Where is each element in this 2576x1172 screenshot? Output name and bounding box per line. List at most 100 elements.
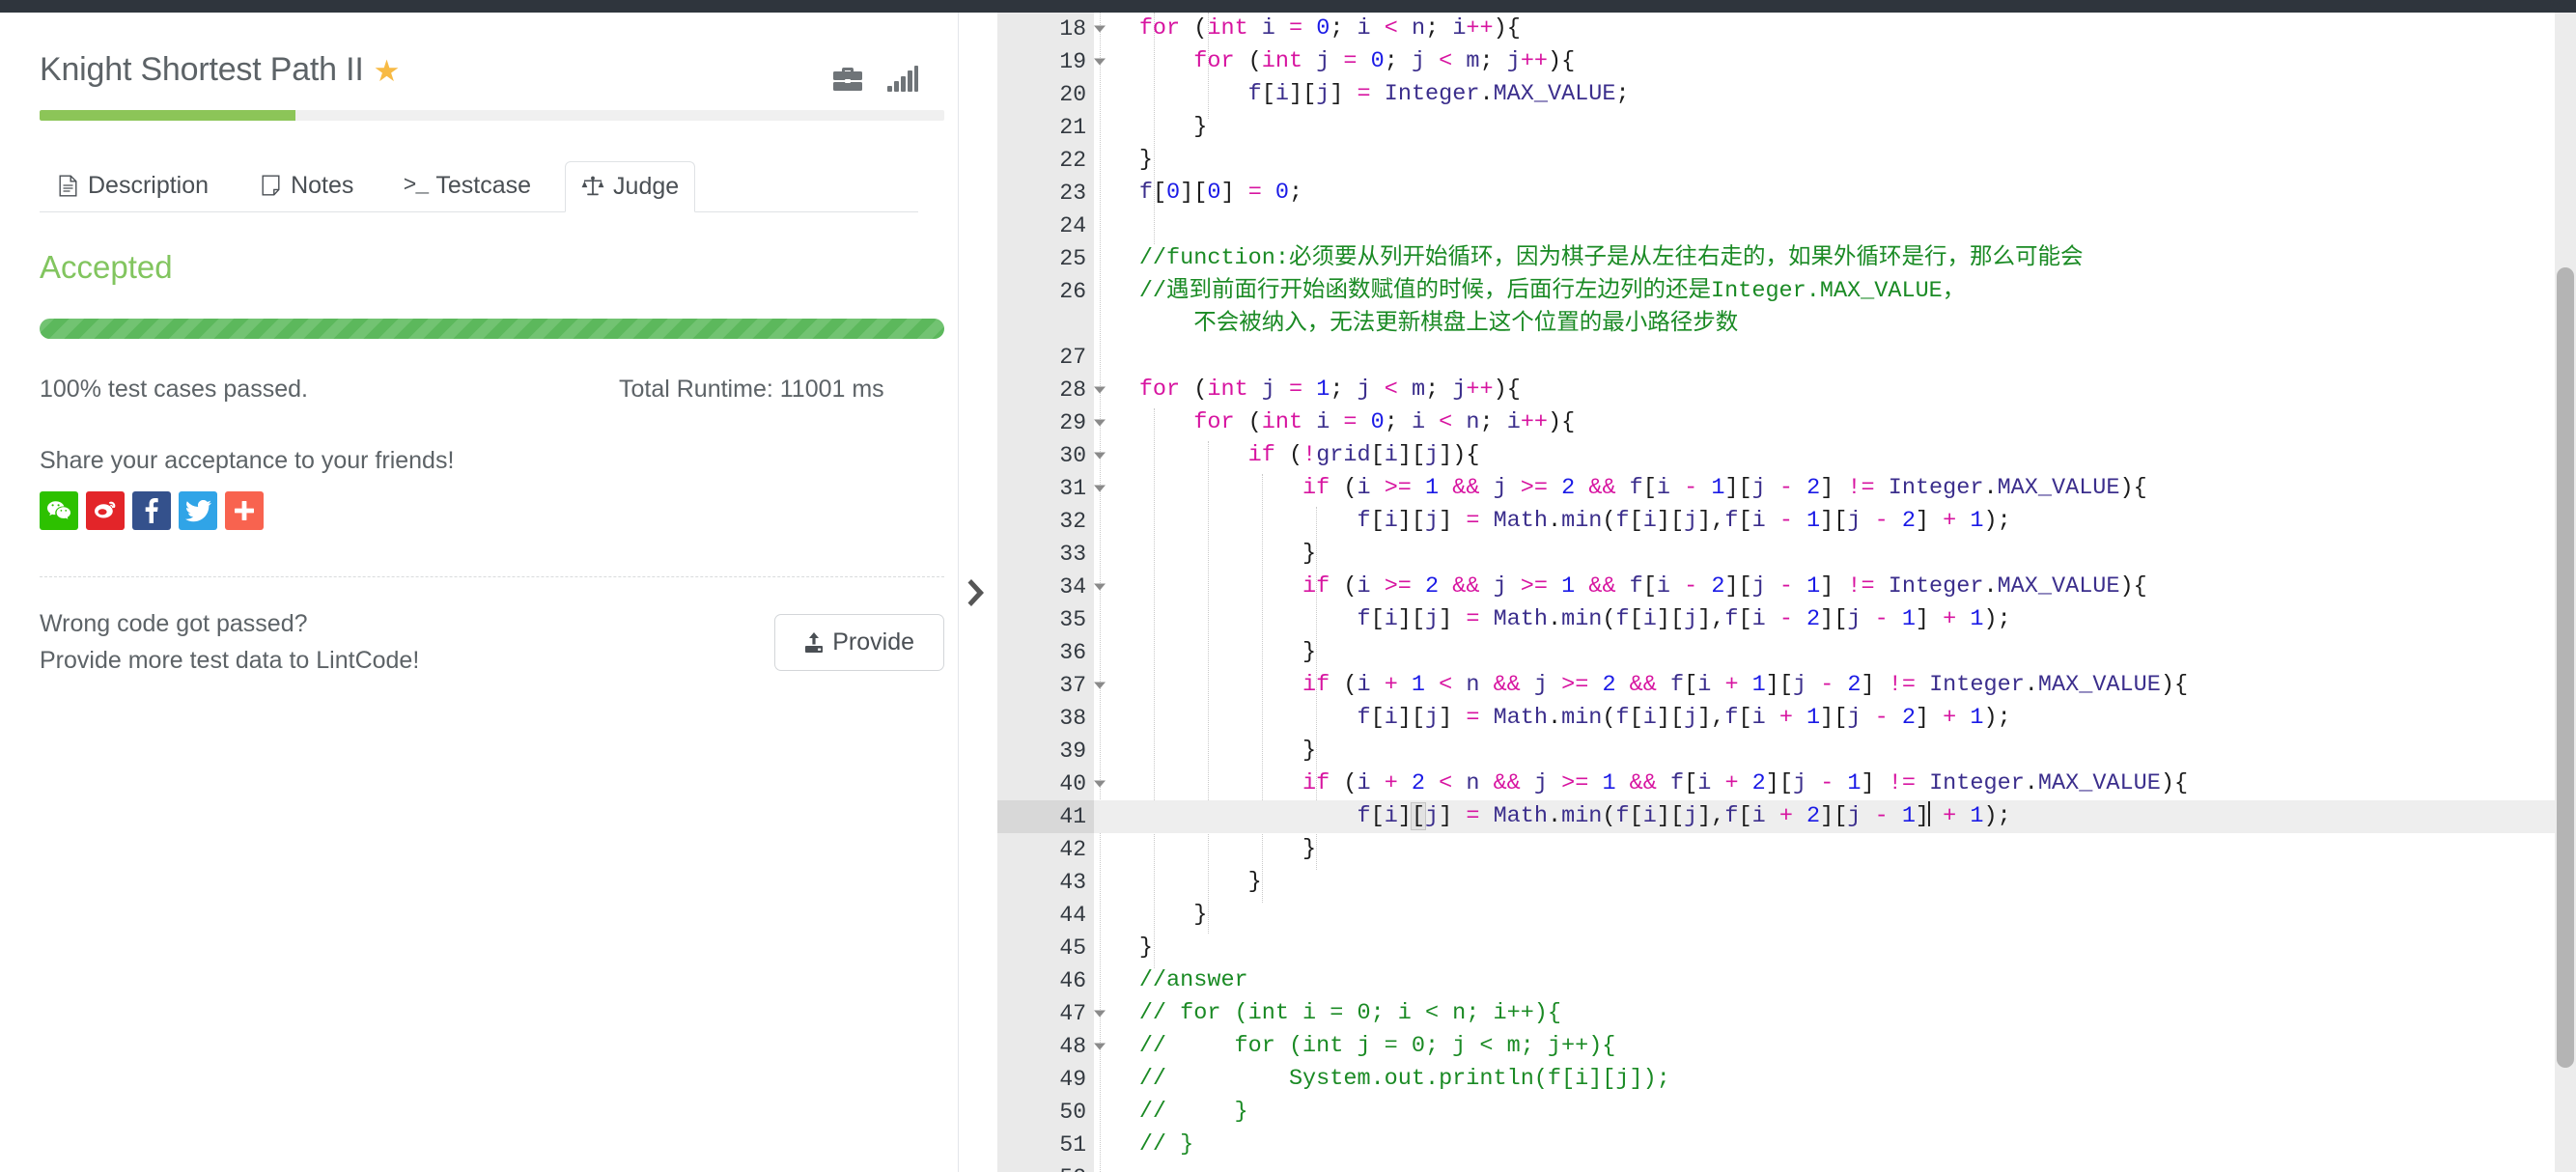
code-line[interactable]: 51 // } [997, 1129, 2576, 1161]
briefcase-icon[interactable] [832, 66, 863, 93]
code-line[interactable]: 32 f[i][j] = Math.min(f[i][j],f[i - 1][j… [997, 505, 2576, 538]
code-lines[interactable]: 18 for (int i = 0; i < n; i++){19 for (i… [997, 13, 2576, 1172]
line-number: 33 [1059, 542, 1086, 567]
code-line[interactable]: 27 [997, 341, 2576, 374]
code-line[interactable]: 42 } [997, 833, 2576, 866]
code-fold-arrow[interactable] [1094, 780, 1106, 788]
code-fold-arrow[interactable] [1094, 386, 1106, 394]
code-line[interactable]: 38 f[i][j] = Math.min(f[i][j],f[i + 1][j… [997, 702, 2576, 735]
code-line[interactable]: 20 f[i][j] = Integer.MAX_VALUE; [997, 78, 2576, 111]
provide-button[interactable]: Provide [774, 614, 944, 671]
test-progress-bar [40, 319, 944, 339]
code-line[interactable]: 49 // System.out.println(f[i][j]); [997, 1063, 2576, 1096]
line-number: 42 [1059, 837, 1086, 862]
more-share-icon[interactable] [225, 491, 264, 530]
tab-judge[interactable]: Judge [565, 161, 696, 212]
tab-testcase-label: Testcase [435, 171, 532, 199]
line-number: 22 [1059, 148, 1086, 173]
code-line[interactable]: 33 } [997, 538, 2576, 571]
code-fold-arrow[interactable] [1094, 583, 1106, 591]
editor-scrollbar-thumb[interactable] [2557, 267, 2574, 1068]
code-line[interactable]: 18 for (int i = 0; i < n; i++){ [997, 13, 2576, 45]
code-fold-arrow[interactable] [1094, 485, 1106, 492]
code-line-text: 不会被纳入，无法更新棋盘上这个位置的最小路径步数 [1193, 311, 1739, 337]
provide-section: Wrong code got passed? Provide more test… [40, 606, 944, 679]
line-number: 44 [1059, 903, 1086, 928]
code-fold-arrow[interactable] [1094, 1043, 1106, 1050]
code-line[interactable]: 39 } [997, 735, 2576, 767]
provide-line-1: Wrong code got passed? [40, 610, 308, 637]
code-line[interactable]: 40 if (i + 2 < n && j >= 1 && f[i + 2][j… [997, 767, 2576, 800]
line-number: 50 [1059, 1100, 1086, 1125]
title-icon-group [832, 52, 918, 93]
line-number: 30 [997, 439, 1106, 472]
line-number: 24 [1059, 213, 1086, 238]
code-fold-arrow[interactable] [1094, 682, 1106, 689]
code-line[interactable]: 28 for (int j = 1; j < m; j++){ [997, 374, 2576, 406]
code-line[interactable]: 21 } [997, 111, 2576, 144]
code-line-text: if (i >= 1 && j >= 2 && f[i - 1][j - 2] … [1302, 475, 2147, 501]
line-number: 18 [997, 13, 1106, 45]
code-line[interactable]: 35 f[i][j] = Math.min(f[i][j],f[i - 2][j… [997, 603, 2576, 636]
code-line[interactable]: 25 //function:必须要从列开始循环，因为棋子是从左往右走的，如果外循… [997, 242, 2576, 275]
code-line[interactable]: 37 if (i + 1 < n && j >= 2 && f[i + 1][j… [997, 669, 2576, 702]
runtime-text: Total Runtime: 11001 ms [619, 376, 884, 403]
line-number: 48 [997, 1030, 1106, 1063]
code-line[interactable]: 34 if (i >= 2 && j >= 1 && f[i - 2][j - … [997, 571, 2576, 603]
code-line[interactable]: 48 // for (int j = 0; j < m; j++){ [997, 1030, 2576, 1063]
line-number: 45 [1059, 935, 1086, 961]
problem-panel: Knight Shortest Path II ★ Description No… [0, 13, 959, 1172]
code-line[interactable]: 29 for (int i = 0; i < n; i++){ [997, 406, 2576, 439]
tab-description-label: Description [88, 171, 210, 199]
code-line[interactable]: 22 } [997, 144, 2576, 177]
favorite-star-icon[interactable]: ★ [374, 56, 401, 86]
code-line[interactable]: 44 } [997, 899, 2576, 932]
judge-stats: 100% test cases passed. Total Runtime: 1… [40, 376, 918, 404]
line-number: 26 [1059, 279, 1086, 304]
code-fold-arrow[interactable] [1094, 25, 1106, 33]
code-line[interactable]: 不会被纳入，无法更新棋盘上这个位置的最小路径步数 [997, 308, 2576, 341]
signal-bars-icon[interactable] [887, 66, 918, 93]
weibo-share-icon[interactable] [86, 491, 125, 530]
tab-notes[interactable]: Notes [242, 160, 370, 211]
top-dark-bar [0, 0, 2576, 13]
code-fold-arrow[interactable] [1094, 419, 1106, 427]
code-line[interactable]: 36 } [997, 636, 2576, 669]
code-line[interactable]: 23 f[0][0] = 0; [997, 177, 2576, 209]
problem-tabs: Description Notes >_ Testcase Judge [40, 151, 918, 212]
tab-judge-label: Judge [613, 172, 680, 200]
code-line[interactable]: 24 [997, 209, 2576, 242]
upload-icon [805, 631, 824, 653]
balance-scale-icon [581, 174, 604, 199]
code-fold-arrow[interactable] [1094, 452, 1106, 460]
code-line[interactable]: 26 //遇到前面行开始函数赋值的时候，后面行左边列的还是Integer.MAX… [997, 275, 2576, 308]
code-line[interactable]: 31 if (i >= 1 && j >= 2 && f[i - 1][j - … [997, 472, 2576, 505]
code-line[interactable]: 45 } [997, 932, 2576, 964]
code-line[interactable]: 30 if (!grid[i][j]){ [997, 439, 2576, 472]
code-line[interactable]: 46 //answer [997, 964, 2576, 997]
line-number: 19 [997, 45, 1106, 78]
code-line[interactable]: 41 f[i][j] = Math.min(f[i][j],f[i + 2][j… [997, 800, 2576, 833]
provide-line-2: Provide more test data to LintCode! [40, 646, 420, 674]
code-line-text: //function:必须要从列开始循环，因为棋子是从左往右走的，如果外循环是行… [1138, 245, 2084, 271]
twitter-share-icon[interactable] [179, 491, 217, 530]
facebook-share-icon[interactable] [132, 491, 171, 530]
line-number: 34 [997, 571, 1106, 603]
tab-testcase[interactable]: >_ Testcase [387, 160, 547, 211]
code-line[interactable]: 19 for (int j = 0; j < m; j++){ [997, 45, 2576, 78]
code-editor[interactable]: 18 for (int i = 0; i < n; i++){19 for (i… [997, 13, 2576, 1172]
provide-button-label: Provide [832, 628, 914, 656]
code-line[interactable]: 50 // } [997, 1096, 2576, 1129]
code-scroll-region[interactable]: 18 for (int i = 0; i < n; i++){19 for (i… [997, 13, 2576, 1172]
panel-collapse-handle[interactable] [959, 13, 997, 1172]
judge-status: Accepted [40, 249, 173, 285]
code-line[interactable]: 43 } [997, 866, 2576, 899]
tab-description[interactable]: Description [40, 160, 225, 211]
code-fold-arrow[interactable] [1094, 58, 1106, 66]
wechat-share-icon[interactable] [40, 491, 78, 530]
code-fold-arrow[interactable] [1094, 1010, 1106, 1018]
editor-scrollbar-track[interactable] [2555, 13, 2576, 1172]
code-line[interactable]: 47 // for (int i = 0; i < n; i++){ [997, 997, 2576, 1030]
section-divider [40, 576, 944, 577]
code-line[interactable]: 52 [997, 1161, 2576, 1172]
